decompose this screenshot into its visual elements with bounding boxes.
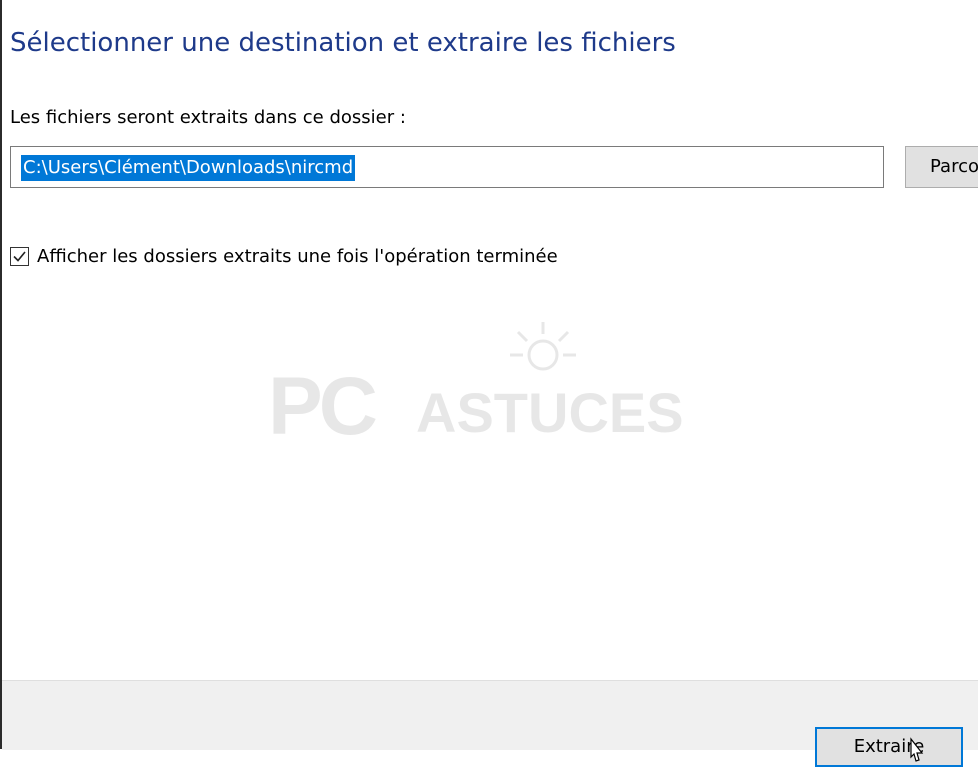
destination-path-input[interactable]: C:\Users\Clément\Downloads\nircmd [10,146,884,188]
extract-button[interactable]: Extraire [815,727,963,767]
browse-button[interactable]: Parcourir... [905,146,978,188]
destination-folder-label: Les fichiers seront extraits dans ce dos… [10,107,406,128]
destination-path-value: C:\Users\Clément\Downloads\nircmd [21,155,356,181]
sun-icon [510,322,576,371]
show-extracted-files-label: Afficher les dossiers extraits une fois … [37,245,558,267]
watermark-astuces: ASTUCES [416,381,684,444]
mouse-pointer-icon [910,737,924,762]
show-extracted-files-checkbox[interactable] [10,246,29,266]
watermark-logo: PC ASTUCES [268,320,708,460]
watermark-pc: PC [268,361,378,452]
dialog-title: Sélectionner une destination et extraire… [10,28,676,58]
checkmark-icon [13,250,26,262]
show-extracted-files-option[interactable]: Afficher les dossiers extraits une fois … [10,244,558,268]
window-left-border [0,0,2,749]
